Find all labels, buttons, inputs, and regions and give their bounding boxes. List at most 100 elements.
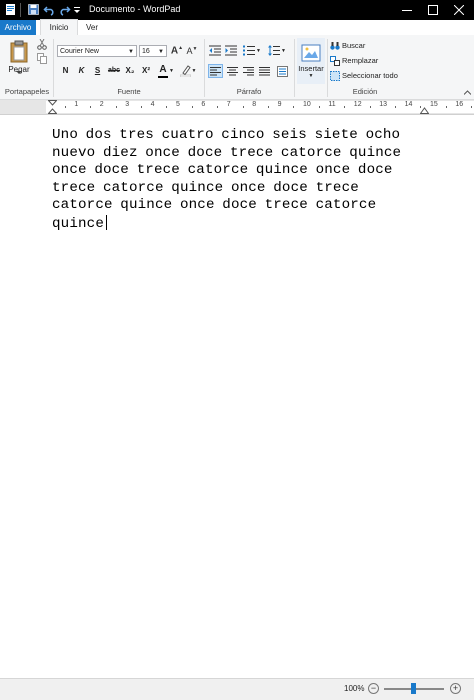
tab-file[interactable]: Archivo [0,20,36,35]
ruler-number: 2 [99,101,104,108]
align-right-button[interactable] [241,64,256,78]
line-spacing-icon [268,45,281,56]
window-title: Documento - WordPad [89,4,181,14]
picture-icon [301,44,321,61]
minimize-button[interactable] [394,0,420,20]
maximize-button[interactable] [420,0,446,20]
zoom-out-button[interactable]: − [368,683,379,694]
clipboard-group-label: Portapapeles [4,87,50,96]
qa-divider [20,3,21,17]
superscript-button[interactable]: X² [139,64,153,77]
select-all-button[interactable]: Seleccionar todo [330,70,404,81]
paragraph-button[interactable] [275,64,290,78]
cut-icon[interactable] [37,39,47,50]
grow-font-icon: A▲ [170,45,184,57]
insert-label: Insertar [298,63,324,73]
binoculars-icon [330,41,340,50]
zoom-level: 100% [344,684,365,693]
ruler-tick [191,106,193,108]
undo-icon[interactable] [43,3,56,16]
ruler-number: 7 [226,101,231,108]
decrease-indent-icon[interactable] [209,45,221,56]
ruler-number: 11 [328,101,336,108]
ruler-number: 3 [125,101,130,108]
collapse-ribbon-button[interactable] [462,87,472,97]
ruler-tick [90,106,92,108]
underline-button[interactable]: S [91,64,104,77]
zoom-in-button[interactable]: + [450,683,461,694]
subscript-button[interactable]: X₂ [123,64,137,77]
paragraph-settings-icon [277,65,288,77]
group-divider [204,39,205,97]
tab-view[interactable]: Ver [80,20,104,35]
strikethrough-button[interactable]: abc [106,64,122,77]
paragraph-group-label: Párrafo [236,87,262,96]
ruler-tick [445,106,447,108]
redo-icon[interactable] [58,3,71,16]
document-text[interactable]: Uno dos tres cuatro cinco seis siete och… [52,127,401,232]
ruler-tick [140,106,142,108]
text-cursor [105,214,107,230]
shrink-font-button[interactable]: A▼ [185,45,199,57]
copy-icon[interactable] [37,53,47,64]
save-icon[interactable] [27,3,40,16]
align-center-icon [227,66,238,75]
chevron-down-icon: ▼ [308,72,314,79]
indent-marker-icon[interactable] [48,100,57,114]
ribbon-tabs: Archivo Inicio Ver [0,19,474,37]
bullet-list-button[interactable]: ▼ [241,44,263,57]
chevron-down-icon: ▼ [158,49,164,55]
insert-button[interactable]: Insertar ▼ [297,38,325,84]
font-size-select[interactable]: 16 ▼ [139,45,167,57]
ruler-tick [267,106,269,108]
ruler-number: 8 [252,101,257,108]
highlight-color-button[interactable]: ▼ [178,63,198,78]
align-right-icon [243,66,254,75]
ruler-bar: 1 2 3 4 5 6 7 8 9 10 11 12 13 14 15 16 [0,100,474,114]
increase-indent-icon[interactable] [225,45,237,56]
align-center-button[interactable] [225,64,240,78]
text-color-icon: A [158,63,169,78]
minimize-icon [402,10,412,11]
ruler-number: 13 [379,101,387,108]
chevron-down-icon: ▼ [128,49,134,55]
minus-icon: − [370,683,377,693]
ruler-tick [64,106,66,108]
replace-button[interactable]: Remplazar [330,55,400,66]
italic-button[interactable]: K [75,64,88,77]
highlighter-icon [179,65,191,77]
editing-group-label: Edición [352,87,378,96]
shrink-font-icon: A▼ [186,46,198,56]
document-area[interactable]: Uno dos tres cuatro cinco seis siete och… [0,114,474,675]
close-button[interactable] [446,0,472,20]
bold-button[interactable]: N [59,64,72,77]
close-icon [454,5,464,15]
paste-dropdown[interactable] [12,69,26,77]
select-all-label: Seleccionar todo [342,71,398,80]
group-divider [294,39,295,97]
customize-dropdown-icon[interactable] [73,3,81,16]
find-button[interactable]: Buscar [330,40,390,51]
document-text-container[interactable]: Uno dos tres cuatro cinco seis siete och… [52,127,422,234]
ruler-number: 6 [201,101,206,108]
grow-font-button[interactable]: A▲ [170,45,184,57]
right-indent-marker-icon[interactable] [420,107,429,114]
text-color-button[interactable]: A ▼ [156,63,176,78]
chevron-down-icon: ▼ [256,47,261,54]
bullets-icon [243,45,256,56]
ruler-tick [217,106,219,108]
line-spacing-button[interactable]: ▼ [266,44,288,57]
wordpad-app-icon[interactable] [4,3,17,16]
justify-icon [259,66,270,75]
justify-button[interactable] [257,64,272,78]
ruler-tick [242,106,244,108]
align-left-button[interactable] [208,64,223,78]
ruler-number: 12 [353,101,362,108]
ruler[interactable]: 1 2 3 4 5 6 7 8 9 10 11 12 13 14 15 16 [46,101,474,113]
maximize-icon [428,5,438,15]
font-family-select[interactable]: Courier New ▼ [57,45,137,57]
zoom-slider-thumb[interactable] [411,683,416,694]
chevron-down-icon: ▼ [169,67,174,74]
chevron-down-icon: ▼ [281,47,286,54]
text-color-letter: A [159,63,167,75]
